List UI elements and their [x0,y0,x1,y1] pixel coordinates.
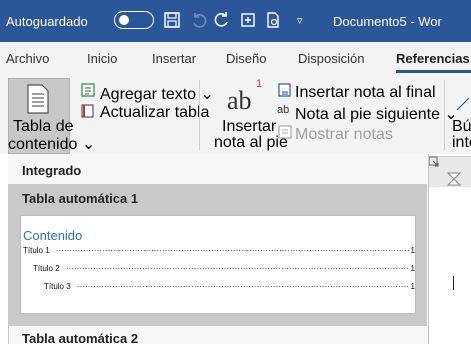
section-header-label: Integrado [22,163,82,178]
toc-entry-label: Título 1 [23,246,50,255]
text-cursor [453,276,454,290]
ruler-indent-marker-icon[interactable] [444,172,464,186]
toc-label-line2: contenido ⌄ [8,136,96,153]
toc-preview-entry: Título 3 ...............................… [44,280,415,294]
toc-preview-entry: Título 2 ...............................… [33,262,415,276]
show-notes-icon [278,125,292,139]
ribbon-separator [199,80,200,150]
show-notes-button[interactable]: Mostrar notas [295,126,393,144]
toc-entry-leader: ........................................… [77,280,409,289]
automatic-table-1-title: Tabla automática 1 [22,191,139,206]
tab-insertar[interactable]: Insertar [152,51,196,66]
customize-qat-icon[interactable]: ▿ [297,14,303,27]
autosave-label: Autoguardado [6,14,88,29]
next-footnote-icon: ab [277,104,290,116]
save-icon[interactable] [162,10,182,30]
tab-diseno[interactable]: Diseño [226,51,266,66]
table-of-contents-icon [27,84,49,114]
tab-inicio[interactable]: Inicio [87,51,117,66]
toc-entry-page: 1 [410,264,415,273]
toc-entry-page: 1 [410,282,415,291]
toc-entry-label: Título 3 [44,282,71,291]
redo-icon[interactable] [212,10,232,30]
update-table-button[interactable]: Actualizar tabla [100,104,209,122]
toc-preview-entry: Título 1 ...............................… [23,244,415,258]
tab-disposicion[interactable]: Disposición [298,51,364,66]
insert-endnote-icon [278,83,291,97]
active-tab-indicator [396,70,471,73]
insert-footnote-icon: ab [227,86,252,115]
document-title: Documento5 - Wor [333,14,442,29]
autosave-toggle[interactable] [114,11,154,29]
toc-entry-leader: ........................................… [56,244,409,253]
smart-lookup-icon [456,97,470,111]
update-table-icon [81,104,94,118]
toc-entry-label: Título 2 [33,264,60,273]
title-bar: Autoguardado ▿ Documento5 - Wor [0,0,471,42]
toggle-knob-icon [119,15,129,25]
next-footnote-button[interactable]: Nota al pie siguiente ⌄ [295,104,458,124]
print-preview-icon[interactable] [263,10,283,30]
insert-endnote-button[interactable]: Insertar nota al final [295,84,436,102]
undo-icon[interactable] [189,10,209,30]
add-text-icon [81,83,95,97]
ribbon-separator [444,80,445,150]
toc-entry-page: 1 [410,246,415,255]
footnote-superscript: 1 [256,78,263,90]
tab-archivo[interactable]: Archivo [6,51,49,66]
gallery-section-header: Integrado [8,154,427,184]
tab-referencias[interactable]: Referencias [396,51,470,66]
dialog-launcher-icon[interactable] [428,156,440,168]
add-text-button[interactable]: Agregar texto ⌄ [100,84,214,104]
toc-preview-heading: Contenido [23,228,83,243]
toc-entry-leader: ........................................… [66,262,409,271]
touch-mode-icon[interactable] [238,10,258,30]
smart-lookup-line2[interactable]: inte [452,134,471,152]
